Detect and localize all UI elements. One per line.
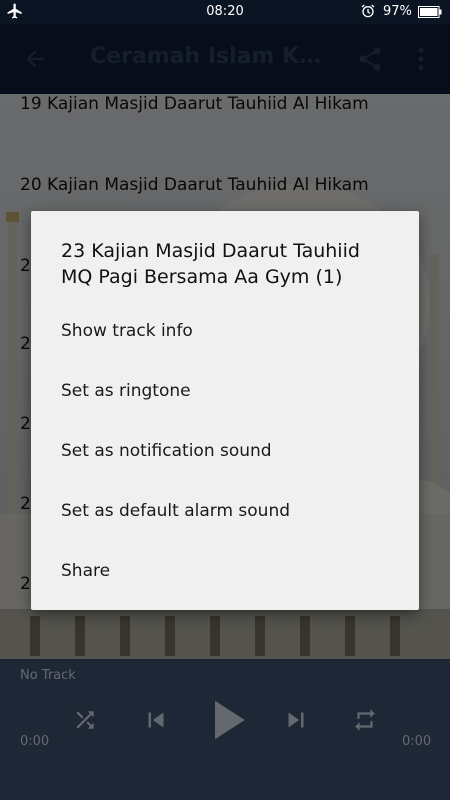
dialog-title: 23 Kajian Masjid Daarut Tauhiid MQ Pagi …	[61, 240, 360, 288]
battery-percent: 97%	[383, 4, 412, 19]
status-bar: 08:20 97%	[0, 0, 450, 24]
battery-icon	[418, 6, 442, 18]
set-ringtone-option[interactable]: Set as ringtone	[31, 361, 419, 421]
show-track-info-option[interactable]: Show track info	[31, 301, 419, 361]
set-notification-sound-option[interactable]: Set as notification sound	[31, 421, 419, 481]
set-alarm-sound-option[interactable]: Set as default alarm sound	[31, 481, 419, 541]
track-options-dialog: 23 Kajian Masjid Daarut Tauhiid MQ Pagi …	[31, 211, 419, 610]
alarm-icon	[361, 4, 375, 18]
share-option[interactable]: Share	[31, 541, 419, 601]
screen: 08:20 97% Ceramah Islam KH Abdullah Gymn…	[0, 0, 450, 800]
